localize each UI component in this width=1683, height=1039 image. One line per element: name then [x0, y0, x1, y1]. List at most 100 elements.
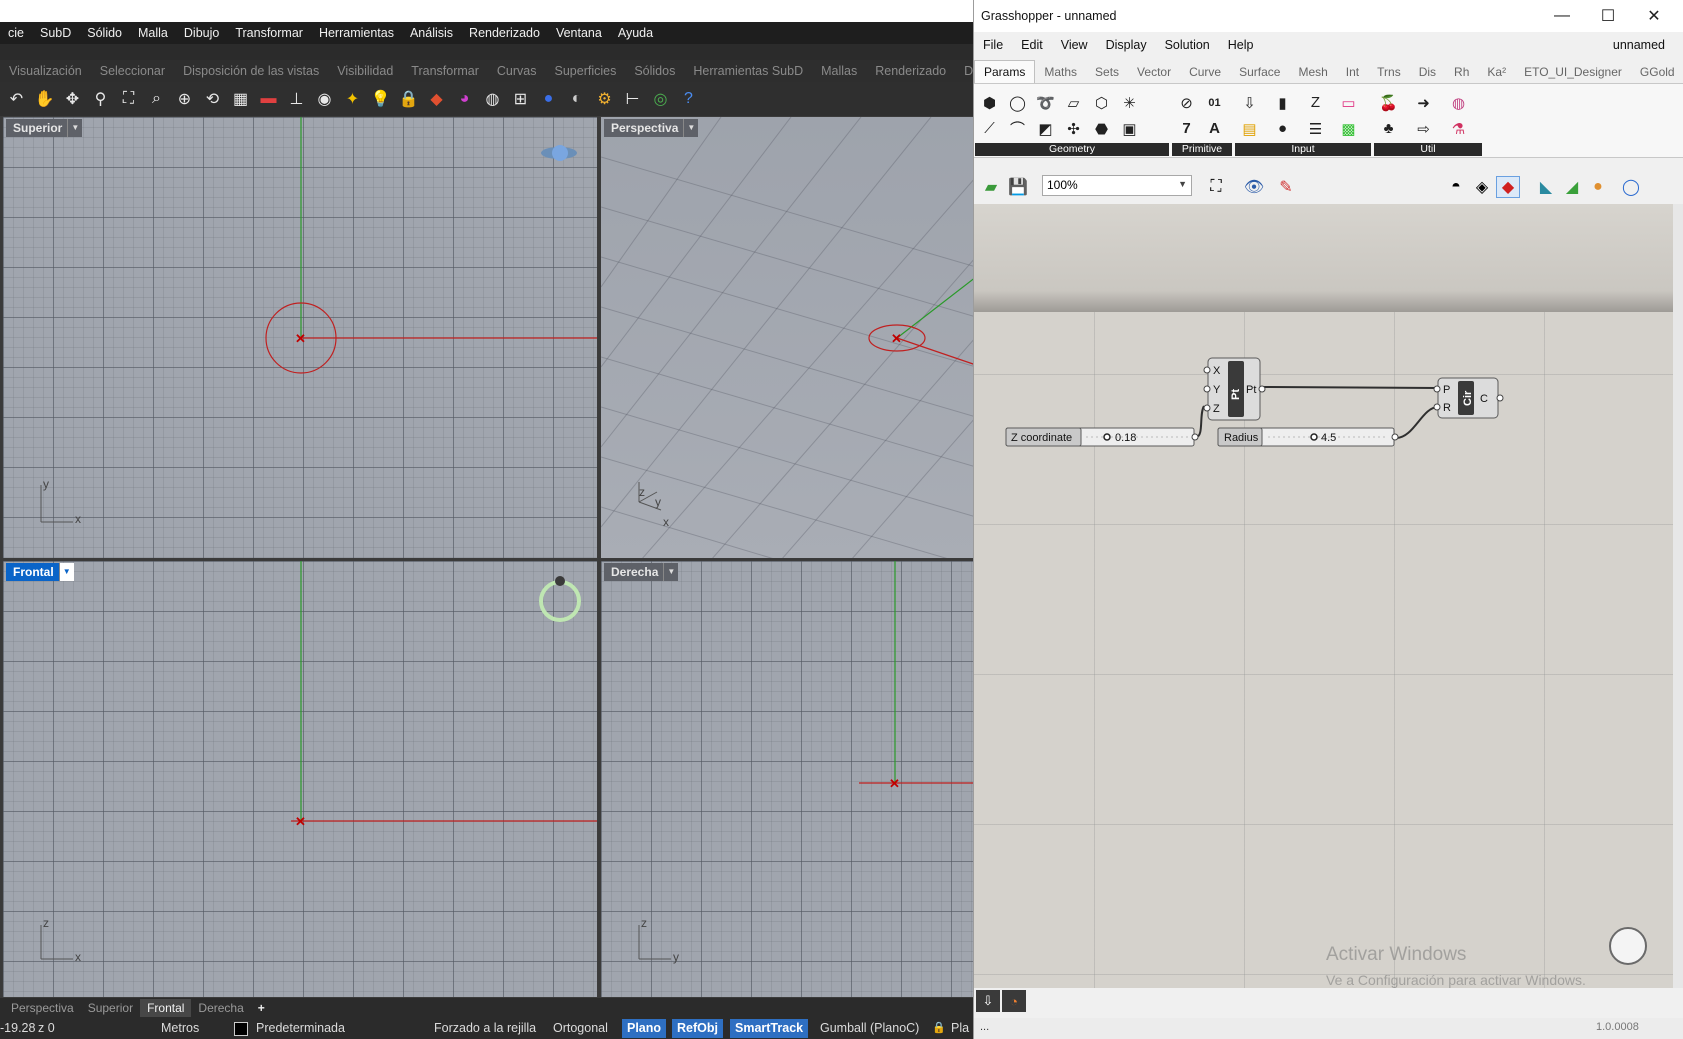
- download-icon[interactable]: ⇩: [976, 990, 1000, 1012]
- surface-param-icon[interactable]: ◩: [1033, 116, 1058, 141]
- preview-selected-icon[interactable]: ◆: [1496, 176, 1520, 198]
- material-icon[interactable]: ◐: [564, 87, 589, 112]
- integer-param-icon[interactable]: 01: [1202, 90, 1227, 115]
- minimize-button[interactable]: —: [1539, 0, 1585, 32]
- chevron-down-icon[interactable]: ▼: [683, 119, 698, 137]
- gradient-icon[interactable]: ▭: [1336, 90, 1361, 115]
- toolbar-tab[interactable]: Visualización: [0, 64, 91, 78]
- open-file-icon[interactable]: ▰: [979, 176, 1003, 198]
- mesh-settings-icon[interactable]: ◢: [1560, 176, 1584, 198]
- vertical-scrollbar[interactable]: [1673, 204, 1683, 988]
- tab-eto-ui-designer[interactable]: ETO_UI_Designer: [1515, 61, 1631, 83]
- panel-icon[interactable]: ⇩: [1237, 90, 1262, 115]
- osnap-toggle[interactable]: RefObj: [672, 1019, 723, 1038]
- tab-ka2[interactable]: Ka²: [1478, 61, 1515, 83]
- zoom-extents-icon[interactable]: ⛶: [1204, 176, 1228, 198]
- viewport-top[interactable]: ✕ Superior ▼ y x: [2, 116, 598, 559]
- tab-mesh[interactable]: Mesh: [1289, 61, 1336, 83]
- move-view-icon[interactable]: ✥: [60, 87, 85, 112]
- viewport-tab-right[interactable]: Derecha: [191, 1001, 250, 1015]
- menu-item[interactable]: cie: [0, 26, 32, 40]
- button-icon[interactable]: ▮: [1270, 90, 1295, 115]
- tab-rh[interactable]: Rh: [1445, 61, 1478, 83]
- light-icon[interactable]: 💡: [368, 87, 393, 112]
- menu-item-view[interactable]: View: [1052, 38, 1097, 52]
- viewport-label-right[interactable]: Derecha ▼: [604, 563, 679, 581]
- layer-label[interactable]: Predeterminada: [256, 1021, 345, 1035]
- lock-icon[interactable]: 🔒: [396, 87, 421, 112]
- menu-item[interactable]: Ventana: [548, 26, 610, 40]
- dial-icon[interactable]: ●: [1270, 116, 1295, 141]
- menu-item[interactable]: Renderizado: [461, 26, 548, 40]
- gh-canvas[interactable]: Pt X Y Z Pt Cir P R C Z coordinate 0.18 …: [974, 204, 1674, 988]
- material-sphere-icon[interactable]: ●: [1586, 176, 1610, 198]
- zoom-window-icon[interactable]: ⛶: [116, 87, 141, 112]
- menu-item[interactable]: Transformar: [227, 26, 311, 40]
- chevron-down-icon[interactable]: ▼: [67, 119, 82, 137]
- tab-int[interactable]: Int: [1337, 61, 1368, 83]
- box-param-icon[interactable]: ⬢: [977, 90, 1002, 115]
- display-mode-icon[interactable]: ◯: [1619, 176, 1643, 198]
- viewport-right[interactable]: ✕ Derecha ▼ z y: [600, 560, 975, 998]
- rotate-view-icon[interactable]: ⟲: [200, 87, 225, 112]
- chevron-down-icon[interactable]: ▼: [58, 563, 74, 581]
- viewport-perspective[interactable]: ✕ Perspectiva ▼ z y x: [600, 116, 975, 559]
- menu-item[interactable]: Herramientas: [311, 26, 402, 40]
- viewport-label-front[interactable]: Frontal ▼: [6, 563, 74, 581]
- preview-shaded-icon[interactable]: ◓: [1444, 176, 1468, 198]
- planar-toggle[interactable]: Plano: [622, 1019, 667, 1038]
- menu-item[interactable]: Dibujo: [176, 26, 227, 40]
- flask-icon[interactable]: ⚗: [1446, 116, 1471, 141]
- viewport-tab-perspective[interactable]: Perspectiva: [4, 1001, 81, 1015]
- tab-params[interactable]: Params: [974, 60, 1036, 83]
- tree-icon[interactable]: ♣: [1376, 116, 1401, 141]
- ortho-toggle[interactable]: Ortogonal: [553, 1021, 608, 1035]
- brep-param-icon[interactable]: ⬣: [1089, 116, 1114, 141]
- osnap-icon[interactable]: ✦: [340, 87, 365, 112]
- tab-sets[interactable]: Sets: [1086, 61, 1128, 83]
- toolbar-tab[interactable]: Disposición de las vistas: [174, 64, 328, 78]
- globe-icon[interactable]: ◎: [648, 87, 673, 112]
- toggle-icon[interactable]: Z: [1303, 90, 1328, 115]
- toolbar-tab[interactable]: Seleccionar: [91, 64, 174, 78]
- tab-curve[interactable]: Curve: [1180, 61, 1230, 83]
- mesh-quality-icon[interactable]: ◣: [1534, 176, 1558, 198]
- boolean-param-icon[interactable]: ⊘: [1174, 90, 1199, 115]
- close-button[interactable]: ✕: [1631, 0, 1677, 32]
- undo-icon[interactable]: ↶: [4, 87, 29, 112]
- number-param-icon[interactable]: 7: [1174, 116, 1199, 141]
- arrow-outline-icon[interactable]: ⇨: [1411, 116, 1436, 141]
- render-sphere-icon[interactable]: ●: [536, 87, 561, 112]
- help-icon[interactable]: ?: [676, 87, 701, 112]
- menu-item-help[interactable]: Help: [1219, 38, 1263, 52]
- mesh-sphere-icon[interactable]: ⊞: [508, 87, 533, 112]
- pan-hand-icon[interactable]: ✋: [32, 87, 57, 112]
- menu-item[interactable]: Malla: [130, 26, 176, 40]
- units-label[interactable]: Metros: [161, 1021, 199, 1035]
- viewport-label-perspective[interactable]: Perspectiva ▼: [604, 119, 699, 137]
- plane-param-icon[interactable]: ▱: [1061, 90, 1086, 115]
- group-param-icon[interactable]: ▣: [1117, 116, 1142, 141]
- layer-swatch[interactable]: [234, 1022, 248, 1036]
- menu-item-display[interactable]: Display: [1097, 38, 1156, 52]
- menu-item[interactable]: Sólido: [79, 26, 130, 40]
- sketch-pen-icon[interactable]: ✎: [1274, 176, 1298, 198]
- four-viewports-icon[interactable]: ▦: [228, 87, 253, 112]
- dimension-icon[interactable]: ⊢: [620, 87, 645, 112]
- toolbar-tab[interactable]: Mallas: [812, 64, 866, 78]
- zoom-selected-icon[interactable]: ⊕: [172, 87, 197, 112]
- circle-param-icon[interactable]: ◯: [1005, 90, 1030, 115]
- toolbar-tab[interactable]: Superficies: [546, 64, 626, 78]
- curve-param-icon[interactable]: ➰: [1033, 90, 1058, 115]
- graph-mapper-icon[interactable]: ▤: [1237, 116, 1262, 141]
- line-param-icon[interactable]: ⟋: [977, 116, 1002, 141]
- lock-icon[interactable]: 🔒: [932, 1021, 946, 1034]
- menu-item-solution[interactable]: Solution: [1156, 38, 1219, 52]
- history-toggle[interactable]: Pla: [951, 1021, 969, 1035]
- gear-icon[interactable]: ⚙: [592, 87, 617, 112]
- toolbar-tab[interactable]: Sólidos: [625, 64, 684, 78]
- cherry-icon[interactable]: 🍒: [1376, 90, 1401, 115]
- arrow-right-icon[interactable]: ➜: [1411, 90, 1436, 115]
- point-param-icon[interactable]: ✣: [1061, 116, 1086, 141]
- gumball-toggle[interactable]: Gumball (PlanoC): [820, 1021, 919, 1035]
